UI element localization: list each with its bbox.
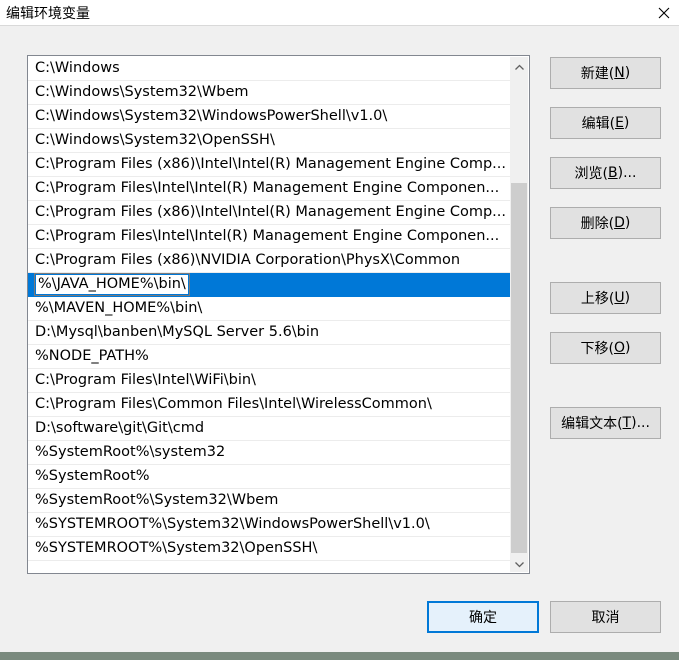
scroll-down-button[interactable] [510, 555, 528, 572]
edit-button-label: 编辑( [581, 116, 616, 132]
list-item[interactable]: %SystemRoot%\System32\Wbem [28, 489, 510, 513]
path-list: C:\Windows C:\Windows\System32\Wbem C:\Win… [28, 57, 510, 561]
browse-button-accesskey: B [608, 165, 618, 181]
list-item[interactable]: C:\Windows\System32\OpenSSH\ [28, 129, 510, 153]
edit-button-accesskey: E [615, 115, 624, 131]
move-down-button-label: 下移( [580, 341, 614, 357]
list-item[interactable]: C:\Program Files (x86)\NVIDIA Corporatio… [28, 249, 510, 273]
edit-text-button-label: 编辑文本( [561, 416, 623, 432]
scrollbar-thumb[interactable] [511, 183, 527, 553]
list-item[interactable]: C:\Windows [28, 57, 510, 81]
edit-text-button-accesskey: T [622, 415, 632, 431]
vertical-scrollbar[interactable] [510, 57, 528, 572]
list-item[interactable]: C:\Program Files (x86)\Intel\Intel(R) Ma… [28, 201, 510, 225]
chevron-down-icon [514, 556, 524, 572]
delete-button[interactable]: 删除(D) [550, 207, 661, 239]
browse-button-label: 浏览( [574, 166, 609, 182]
move-down-button-accesskey: O [613, 340, 626, 356]
delete-button-label-end: ) [624, 215, 631, 231]
list-item[interactable]: %NODE_PATH% [28, 345, 510, 369]
title-bar: 编辑环境变量 [0, 0, 679, 25]
ok-button[interactable]: 确定 [427, 601, 539, 633]
list-item[interactable]: %SystemRoot% [28, 465, 510, 489]
path-list-box[interactable]: C:\Windows C:\Windows\System32\Wbem C:\Win… [27, 55, 530, 574]
new-button-accesskey: N [614, 65, 625, 81]
list-item[interactable]: C:\Program Files (x86)\Intel\Intel(R) Ma… [28, 153, 510, 177]
list-item[interactable]: D:\Mysql\banben\MySQL Server 5.6\bin [28, 321, 510, 345]
list-item[interactable]: C:\Windows\System32\WindowsPowerShell\v1… [28, 105, 510, 129]
new-button[interactable]: 新建(N) [550, 57, 661, 89]
move-up-button[interactable]: 上移(U) [550, 282, 661, 314]
list-item[interactable]: %SYSTEMROOT%\System32\WindowsPowerShell\… [28, 513, 510, 537]
move-down-button-label-end: ) [625, 340, 631, 356]
dialog-title: 编辑环境变量 [6, 6, 90, 22]
move-up-button-accesskey: U [614, 290, 625, 306]
delete-button-label: 删除( [580, 216, 615, 232]
new-button-label: 新建( [580, 66, 615, 82]
close-icon [658, 7, 670, 19]
list-item-selected[interactable]: %\JAVA_HOME%\bin\ [28, 273, 510, 297]
move-up-button-label: 上移( [580, 291, 615, 307]
list-item[interactable]: C:\Program Files\Intel\Intel(R) Manageme… [28, 177, 510, 201]
title-divider [0, 25, 679, 26]
list-item[interactable]: %SYSTEMROOT%\System32\OpenSSH\ [28, 537, 510, 561]
new-button-label-end: ) [624, 65, 631, 81]
list-item[interactable]: %SystemRoot%\system32 [28, 441, 510, 465]
list-item[interactable]: %\MAVEN_HOME%\bin\ [28, 297, 510, 321]
chevron-up-icon [514, 58, 524, 74]
edit-env-var-dialog: 编辑环境变量 C:\Windows C:\Windows\System32\Wbe… [0, 0, 679, 652]
list-item[interactable]: C:\Program Files\Intel\Intel(R) Manageme… [28, 225, 510, 249]
browse-button-label-end: )... [617, 165, 637, 181]
inline-edit-field[interactable]: %\JAVA_HOME%\bin\ [34, 273, 190, 296]
close-button[interactable] [649, 0, 679, 25]
ok-button-label: 确定 [469, 610, 497, 626]
list-item[interactable]: C:\Program Files\Intel\WiFi\bin\ [28, 369, 510, 393]
list-item[interactable]: C:\Program Files\Common Files\Intel\Wire… [28, 393, 510, 417]
delete-button-accesskey: D [614, 215, 625, 231]
scroll-up-button[interactable] [510, 57, 528, 74]
move-up-button-label-end: ) [624, 290, 631, 306]
edit-button[interactable]: 编辑(E) [550, 107, 661, 139]
edit-text-button[interactable]: 编辑文本(T)... [550, 407, 661, 439]
move-down-button[interactable]: 下移(O) [550, 332, 661, 364]
cancel-button-label: 取消 [591, 610, 620, 626]
edit-button-label-end: ) [623, 115, 630, 131]
list-item[interactable]: D:\software\git\Git\cmd [28, 417, 510, 441]
list-item[interactable]: C:\Windows\System32\Wbem [28, 81, 510, 105]
edit-text-button-label-end: )... [631, 415, 650, 431]
cancel-button[interactable]: 取消 [550, 601, 661, 633]
browse-button[interactable]: 浏览(B)... [550, 157, 661, 189]
